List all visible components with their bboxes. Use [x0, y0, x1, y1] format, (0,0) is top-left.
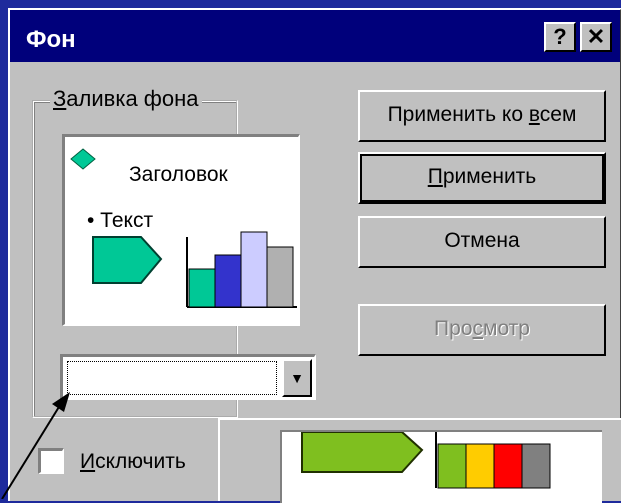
overlay-dialog-fragment: [218, 418, 621, 503]
chevron-down-icon[interactable]: ▼: [282, 359, 312, 397]
apply-button[interactable]: Применить: [358, 152, 606, 204]
overlay-bar-4: [521, 443, 551, 489]
help-button[interactable]: ?: [544, 22, 576, 52]
close-button[interactable]: ✕: [580, 22, 612, 52]
chart-bar-1: [188, 268, 216, 308]
chart-bar-2: [214, 254, 242, 308]
preview-button[interactable]: Просмотр: [358, 304, 606, 356]
bullet-diamond-icon: [70, 148, 96, 170]
overlay-bar-2: [465, 443, 495, 489]
overlay-bar-1: [437, 443, 467, 489]
apply-all-button[interactable]: Применить ко всем: [358, 90, 606, 142]
overlay-preview: [280, 430, 602, 503]
chart-bar-4: [266, 246, 294, 308]
dialog-title: Фон: [26, 26, 76, 53]
arrow-shape: [92, 236, 163, 284]
exclude-checkbox-label: Исключить: [80, 450, 186, 473]
title-bar: Фон ? ✕: [10, 10, 620, 62]
chart-bar-3: [240, 231, 268, 308]
preview-text: • Текст: [87, 209, 154, 232]
background-preview: Заголовок • Текст: [62, 134, 300, 326]
overlay-arrow-shape: [301, 432, 424, 473]
preview-title: Заголовок: [129, 163, 228, 186]
exclude-checkbox[interactable]: [38, 448, 64, 474]
cancel-button[interactable]: Отмена: [358, 216, 606, 268]
fill-dropdown[interactable]: ▼: [60, 354, 316, 400]
fill-dropdown-value: [67, 361, 277, 395]
fill-group-label: Заливка фона: [50, 86, 202, 112]
overlay-bar-3: [493, 443, 523, 489]
